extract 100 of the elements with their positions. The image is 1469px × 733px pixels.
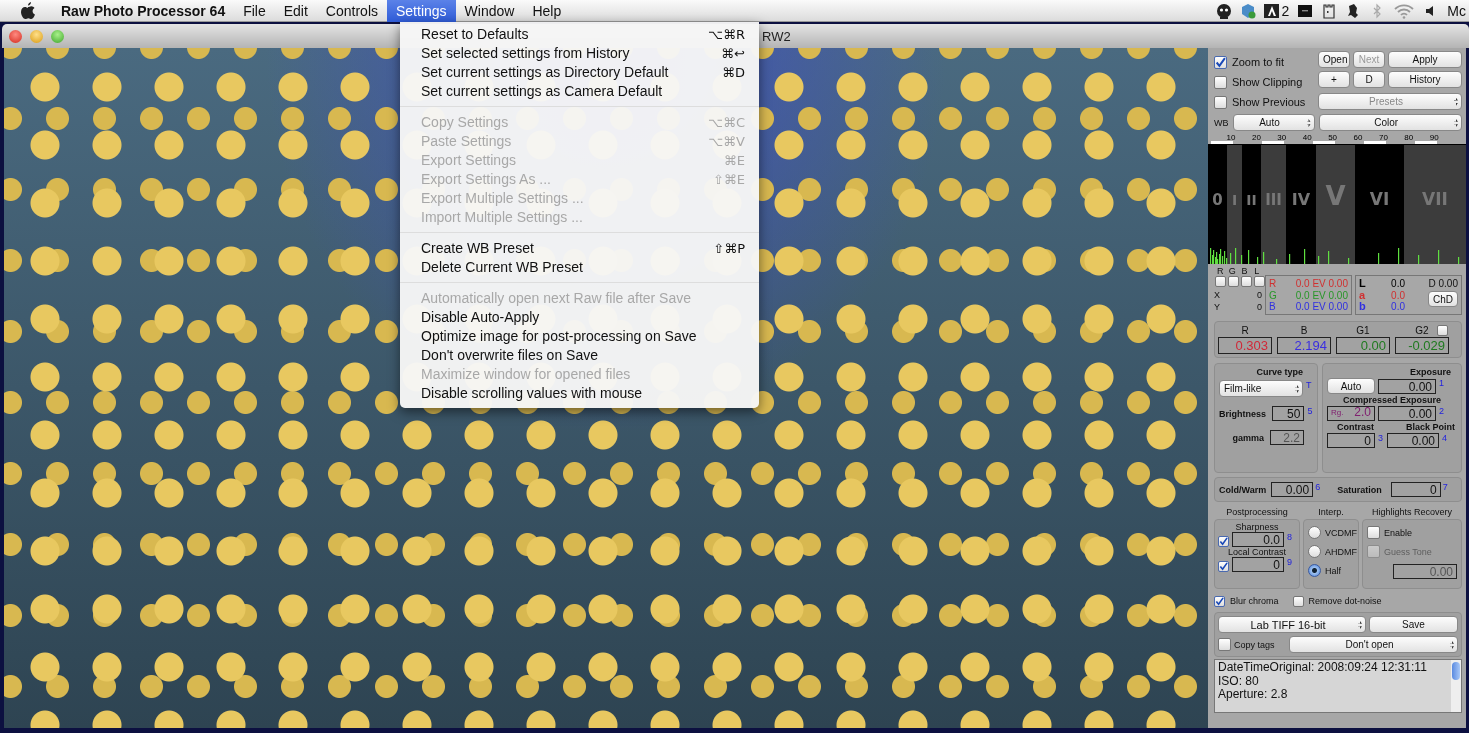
x-label: X	[1214, 289, 1220, 301]
metadata-line: ISO: 80	[1218, 674, 1259, 688]
cold-warm-field[interactable]: 0.00	[1271, 482, 1314, 497]
d-reading: D 0.00	[1428, 278, 1458, 289]
checkbox[interactable]	[1241, 276, 1252, 287]
menu-bar-item[interactable]: Controls	[316, 0, 387, 22]
channel-label: B	[1269, 301, 1276, 313]
menu-item[interactable]: Set selected settings from History ⌘↩	[400, 44, 759, 63]
checkbox[interactable]	[1218, 536, 1229, 547]
auto-button[interactable]: Auto	[1327, 378, 1375, 394]
checkbox-label: Remove dot-noise	[1308, 596, 1382, 606]
menu-bar-item[interactable]: Window	[455, 0, 524, 22]
radio-button[interactable]	[1308, 545, 1321, 558]
apple-logo-icon[interactable]	[20, 1, 36, 20]
range-field[interactable]: Rg. 2.0	[1327, 406, 1375, 421]
menu-item[interactable]: Delete Current WB Preset	[400, 258, 759, 277]
shortcut-hint: 3	[1378, 433, 1384, 443]
lab-reading: 0.0	[1391, 301, 1405, 313]
gamma-label: gamma	[1231, 432, 1265, 443]
range-value: 2.0	[1354, 405, 1371, 420]
setting-field[interactable]: 0	[1232, 557, 1284, 572]
y-value: 0	[1257, 301, 1262, 313]
histogram-tick-label: 70	[1378, 132, 1388, 142]
toolbar-button[interactable]: D	[1353, 71, 1385, 89]
checkbox[interactable]	[1214, 75, 1227, 89]
channel-label: b	[1359, 301, 1366, 313]
monster-icon[interactable]	[1215, 2, 1232, 19]
window-icon[interactable]	[1297, 2, 1314, 19]
box-icon[interactable]	[1239, 2, 1256, 19]
scrollbar[interactable]	[1451, 660, 1461, 712]
coefficient-label: B	[1300, 325, 1308, 336]
checkbox[interactable]	[1228, 276, 1239, 287]
shortcut-hint: 6	[1315, 482, 1322, 492]
close-button[interactable]	[9, 29, 22, 43]
toolbar-button[interactable]: Apply	[1388, 51, 1462, 68]
save-button[interactable]: Save	[1369, 616, 1458, 633]
wifi-icon[interactable]	[1393, 2, 1416, 19]
menu-bar-item[interactable]: Raw Photo Processor 64	[52, 0, 235, 22]
notification-count: 2	[1281, 2, 1290, 19]
metadata-line: Aperture: 2.8	[1218, 688, 1289, 702]
color-dropdown[interactable]: Color	[1318, 114, 1462, 131]
contrast-field[interactable]: 0	[1327, 433, 1375, 448]
saturation-field[interactable]: 0	[1390, 482, 1441, 497]
checkbox[interactable]	[1214, 55, 1227, 69]
menu-bar-item[interactable]: Edit	[274, 0, 317, 22]
checkbox[interactable]	[1214, 95, 1227, 109]
menu-item[interactable]: Reset to Defaults ⌥⌘R	[400, 25, 759, 44]
checkbox[interactable]	[1218, 638, 1231, 651]
radio-label: Half	[1325, 565, 1341, 576]
menu-item[interactable]: Set current settings as Camera Default	[400, 82, 759, 101]
metadata-line: DateTimeOriginal: 2008:09:24 12:31:11	[1218, 661, 1428, 675]
menu-item[interactable]: Create WB Preset ⇧⌘P	[400, 239, 759, 258]
checkbox[interactable]	[1218, 561, 1229, 572]
setting-label: Local Contrast	[1227, 547, 1287, 557]
stepper-icon	[1358, 621, 1362, 629]
channel-label: G	[1269, 289, 1277, 301]
curve-type-dropdown[interactable]: Film-like	[1219, 380, 1303, 397]
channel-label: R	[1269, 278, 1277, 290]
histogram-tick-label: 30	[1277, 132, 1287, 142]
format-dropdown[interactable]: Lab TIFF 16-bit	[1218, 616, 1366, 633]
checkbox[interactable]	[1215, 276, 1226, 287]
zone-label: 0	[1212, 191, 1223, 209]
radio-button[interactable]	[1308, 564, 1321, 577]
coefficient-label: R	[1241, 325, 1249, 336]
ev-reading: 0.0 EV 0.00	[1295, 289, 1348, 301]
exposure-field[interactable]: 0.00	[1378, 378, 1436, 394]
menu-item[interactable]: Disable scrolling values with mouse	[400, 384, 759, 403]
checkbox[interactable]	[1437, 325, 1448, 336]
menu-bar-item[interactable]: Settings	[387, 0, 456, 22]
tower-icon[interactable]	[1321, 2, 1338, 19]
dark-point-field[interactable]: 0.00	[1387, 433, 1439, 448]
menu-item[interactable]: Set current settings as Directory Default ⌘D	[400, 63, 759, 82]
toolbar-button[interactable]: Open	[1318, 51, 1350, 68]
compressed-exposure-field[interactable]: 0.00	[1378, 406, 1436, 421]
brightness-field[interactable]: 50	[1272, 406, 1305, 421]
checkbox[interactable]	[1254, 276, 1265, 287]
after-save-dropdown[interactable]: Don't open	[1289, 636, 1458, 653]
menu-item[interactable]: Optimize image for post-processing on Save	[400, 327, 759, 346]
checkbox-label: Copy tags	[1234, 639, 1276, 650]
channel-label: a	[1359, 289, 1366, 301]
radio-button[interactable]	[1308, 526, 1321, 539]
checkbox[interactable]	[1214, 595, 1225, 607]
toolbar-button[interactable]: History	[1388, 71, 1462, 89]
brightness-label: Brightness	[1219, 408, 1267, 419]
checkbox[interactable]	[1292, 595, 1304, 607]
shortcut-hint: 7	[1442, 482, 1449, 492]
cold-warm-label: Cold/Warm	[1219, 484, 1268, 495]
menu-item[interactable]: Disable Auto-Apply	[400, 308, 759, 327]
wb-dropdown[interactable]: Auto	[1232, 114, 1315, 131]
menu-bar-item[interactable]: Help	[523, 0, 571, 22]
chd-button[interactable]: ChD	[1428, 291, 1458, 307]
toolbar-button[interactable]: +	[1318, 71, 1350, 89]
lab-reading: 0.0	[1391, 289, 1405, 301]
menu-item[interactable]: Don't overwrite files on Save	[400, 346, 759, 365]
coefficient-label: G1	[1356, 325, 1370, 336]
setting-field[interactable]: 0.0	[1232, 532, 1284, 547]
menu-bar-item[interactable]: File	[234, 0, 275, 22]
histogram-tick-label: 10	[1226, 132, 1236, 142]
zone-label: II	[1246, 192, 1257, 208]
checkbox[interactable]	[1367, 526, 1380, 539]
